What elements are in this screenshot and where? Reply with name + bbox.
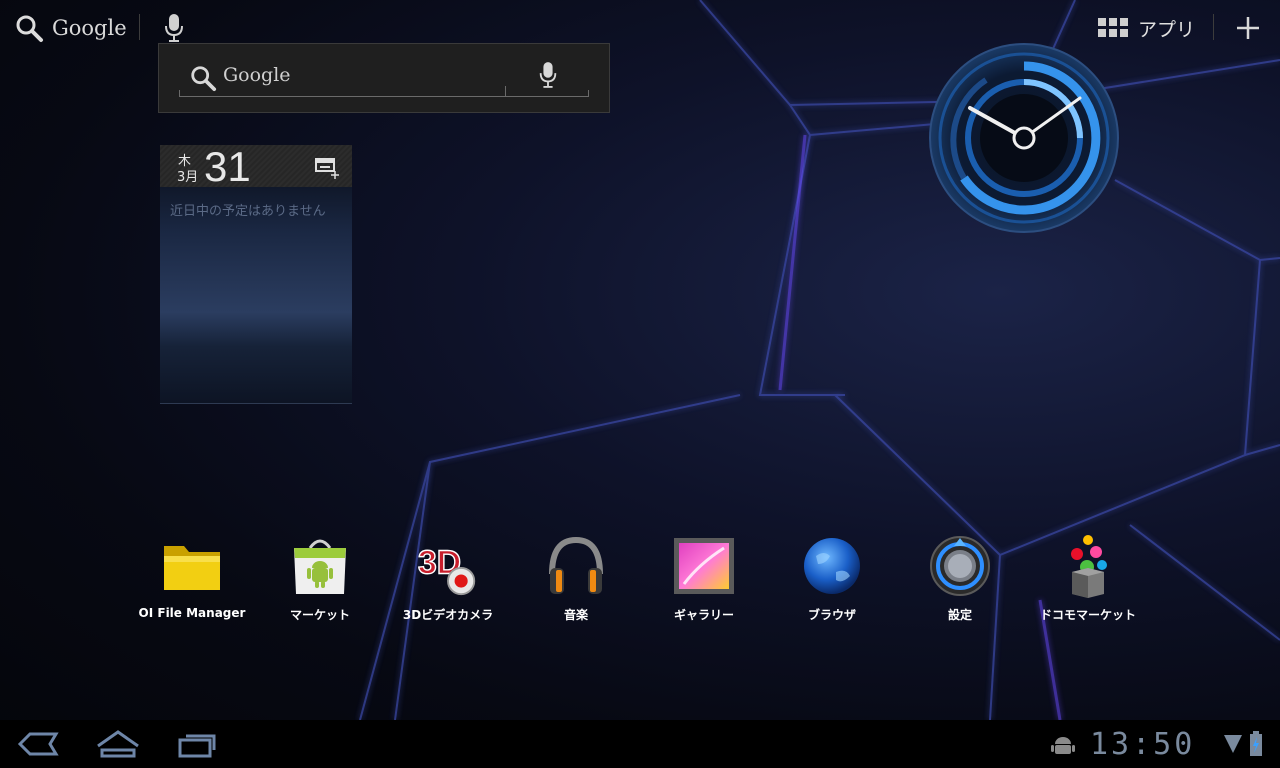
headphones-icon xyxy=(549,536,603,594)
signal-icon xyxy=(1224,735,1242,753)
search-widget-separator xyxy=(505,86,506,96)
gallery-icon xyxy=(674,538,734,594)
recent-apps-icon[interactable] xyxy=(174,728,222,760)
docomo-market-icon xyxy=(1071,535,1107,598)
top-bar-divider xyxy=(139,14,140,40)
top-bar-divider-right xyxy=(1213,14,1214,40)
app-label: 設定 xyxy=(947,608,972,622)
calendar-day-number: 31 xyxy=(204,143,251,190)
android-notification-icon[interactable] xyxy=(1050,734,1076,756)
app-label: 音楽 xyxy=(563,608,588,622)
status-clock[interactable]: 13:50 xyxy=(1090,727,1195,762)
search-icon xyxy=(191,66,217,92)
search-widget-label: Google xyxy=(223,64,291,86)
analog-clock-widget[interactable] xyxy=(926,40,1122,236)
app-music[interactable]: 音楽 xyxy=(516,534,636,630)
market-bag-icon xyxy=(294,539,346,594)
app-label: ドコモマーケット xyxy=(1039,608,1136,622)
app-market[interactable]: マーケット xyxy=(260,534,380,630)
app-label: 3Dビデオカメラ xyxy=(402,608,494,622)
app-gallery[interactable]: ギャラリー xyxy=(644,534,764,630)
mic-icon[interactable] xyxy=(537,60,559,90)
calendar-agenda: 近日中の予定はありません xyxy=(160,187,352,403)
settings-icon xyxy=(930,536,990,596)
app-label: OI File Manager xyxy=(138,606,246,620)
globe-icon xyxy=(804,538,860,594)
calendar-empty-message: 近日中の予定はありません xyxy=(170,204,326,219)
battery-icon xyxy=(1250,731,1262,756)
3d-video-camera-icon: 3D xyxy=(418,543,476,596)
home-icon[interactable] xyxy=(94,728,142,760)
calendar-widget[interactable]: 木 3月 31 近日中の予定はありません xyxy=(160,143,352,404)
search-widget-input[interactable]: Google xyxy=(179,56,589,97)
calendar-header: 木 3月 31 xyxy=(160,143,352,190)
add-event-icon[interactable] xyxy=(314,155,342,181)
search-icon xyxy=(16,15,43,42)
add-icon[interactable] xyxy=(1234,14,1262,42)
app-settings[interactable]: 設定 xyxy=(900,534,1020,630)
google-search-button[interactable]: Google xyxy=(14,10,127,46)
app-label: マーケット xyxy=(289,608,350,622)
system-bar: 13:50 xyxy=(0,720,1280,768)
calendar-month: 3月 xyxy=(177,170,199,185)
google-search-widget: Google xyxy=(158,43,610,113)
apps-button[interactable]: アプリ xyxy=(1098,14,1195,42)
app-3d-video-camera[interactable]: 3D 3Dビデオカメラ xyxy=(388,534,508,630)
apps-grid-icon xyxy=(1098,18,1128,37)
app-label: ブラウザ xyxy=(807,608,856,622)
back-icon[interactable] xyxy=(14,728,62,760)
app-label: ギャラリー xyxy=(673,608,734,622)
apps-label: アプリ xyxy=(1138,18,1196,41)
app-docomo-market[interactable]: ドコモマーケット xyxy=(1028,534,1148,630)
app-oi-file-manager[interactable]: OI File Manager xyxy=(132,534,252,630)
voice-search-mic-icon[interactable] xyxy=(162,12,186,44)
folder-icon xyxy=(164,546,220,590)
google-search-label: Google xyxy=(52,16,127,40)
app-browser[interactable]: ブラウザ xyxy=(772,534,892,630)
home-screen: Google アプリ Google 木 3月 31 近日中の予定はありません O… xyxy=(0,0,1280,768)
